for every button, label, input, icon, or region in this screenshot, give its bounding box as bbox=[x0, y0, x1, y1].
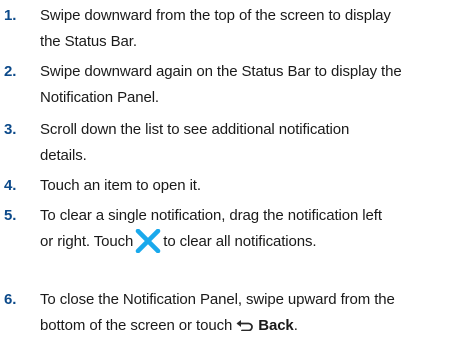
step-line-before-icon: or right. Touch bbox=[40, 233, 134, 250]
step-number: 4. bbox=[4, 177, 17, 194]
step-line: To close the Notification Panel, swipe u… bbox=[40, 291, 395, 308]
step-line: To clear a single notification, drag the… bbox=[40, 207, 382, 224]
step-text: To clear a single notification, drag the… bbox=[40, 203, 468, 255]
back-arrow-icon bbox=[236, 320, 254, 332]
step-number: 3. bbox=[4, 121, 17, 138]
step-line-before-icon: bottom of the screen or touch bbox=[40, 317, 233, 334]
step-text: Swipe downward again on the Status Bar t… bbox=[40, 59, 468, 111]
step-line: Notification Panel. bbox=[40, 89, 160, 106]
step-text: To close the Notification Panel, swipe u… bbox=[40, 287, 468, 339]
clear-all-x-icon bbox=[135, 228, 161, 253]
instruction-steps: 1. Swipe downward from the top of the sc… bbox=[0, 0, 472, 362]
step-line-after-icon: . bbox=[293, 317, 298, 334]
step-line: Swipe downward again on the Status Bar t… bbox=[40, 63, 402, 80]
step-number: 1. bbox=[4, 7, 17, 24]
step-line: Scroll down the list to see additional n… bbox=[40, 121, 350, 138]
step-line: or right. Touch to clear all notification… bbox=[40, 228, 468, 255]
step-text: Scroll down the list to see additional n… bbox=[40, 117, 468, 169]
step-line-after-icon: to clear all notifications. bbox=[163, 233, 317, 250]
step-line: the Status Bar. bbox=[40, 33, 137, 50]
step-line: details. bbox=[40, 147, 87, 164]
step-line: Touch an item to open it. bbox=[40, 177, 201, 194]
back-label: Back bbox=[258, 317, 294, 334]
step-line: Swipe downward from the top of the scree… bbox=[40, 7, 391, 24]
step-number: 2. bbox=[4, 63, 17, 80]
step-line: bottom of the screen or touch Back. bbox=[40, 313, 468, 339]
step-number: 6. bbox=[4, 291, 17, 308]
step-text: Touch an item to open it. bbox=[40, 173, 468, 199]
step-number: 5. bbox=[4, 207, 17, 224]
step-text: Swipe downward from the top of the scree… bbox=[40, 3, 468, 55]
